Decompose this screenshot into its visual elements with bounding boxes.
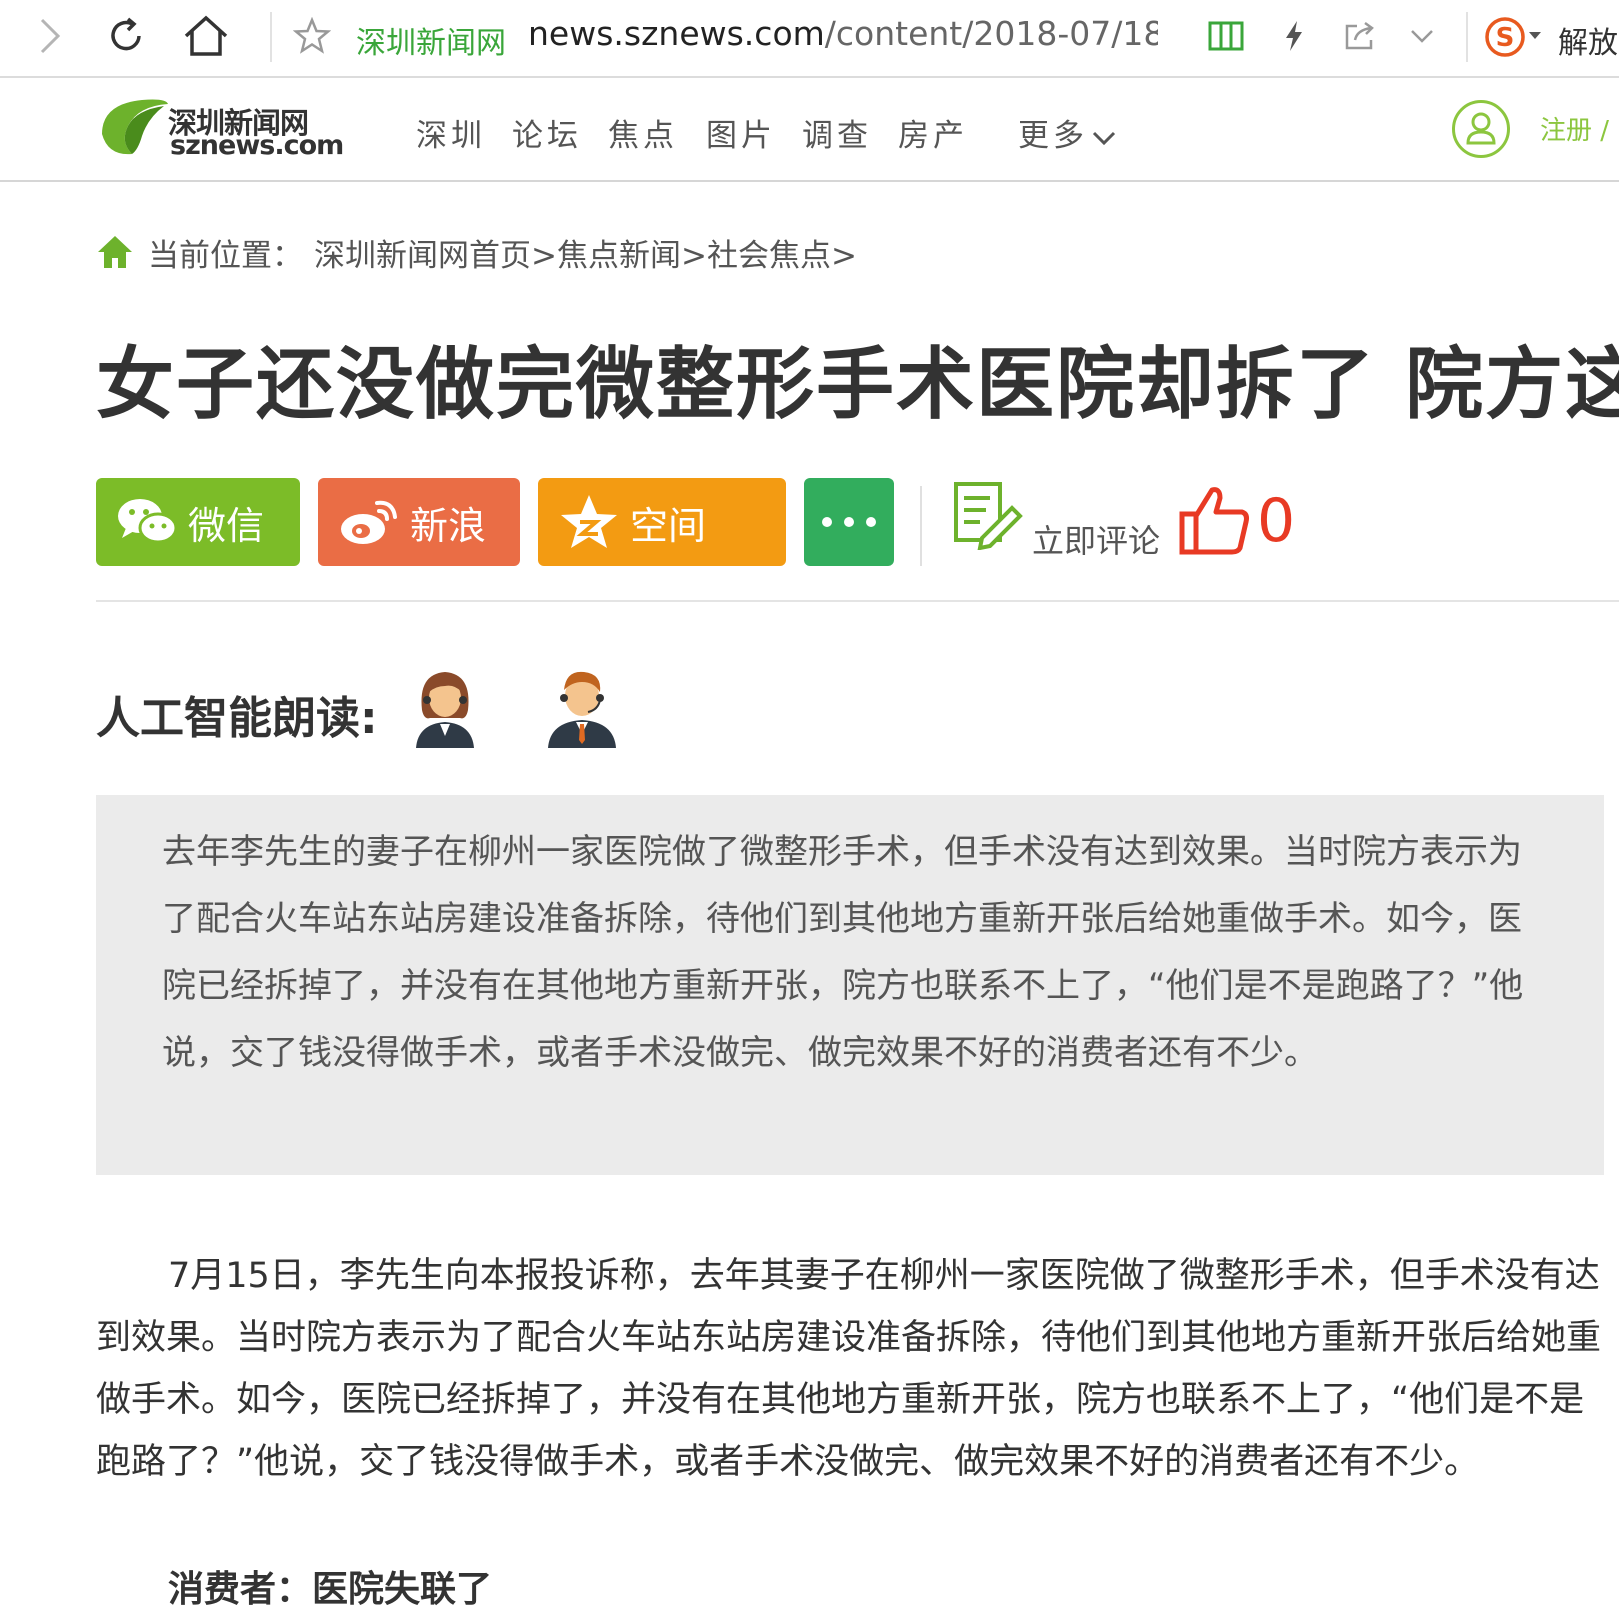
article-summary-text: 去年李先生的妻子在柳州一家医院做了微整形手术，但手术没有达到效果。当时院方表示为… [162, 832, 1524, 1073]
toolbar-divider [1466, 12, 1468, 62]
share-weibo-button[interactable]: 新浪 [318, 478, 520, 566]
male-reader-avatar-icon[interactable] [544, 664, 620, 750]
chevron-down-icon[interactable] [1404, 16, 1440, 56]
more-dots-icon [822, 517, 876, 527]
nav-item-focus[interactable]: 焦点 [608, 110, 678, 155]
caret-down-icon[interactable] [1528, 28, 1542, 44]
breadcrumb-trail[interactable]: 深圳新闻网首页>焦点新闻>社会焦点> [314, 230, 857, 275]
share-qzone-label: 空间 [630, 503, 707, 548]
refresh-icon[interactable] [104, 14, 148, 58]
thumbs-up-icon[interactable] [1178, 484, 1252, 556]
nav-item-more[interactable]: 更多 [1018, 110, 1116, 155]
nav-more-label: 更多 [1018, 118, 1088, 154]
toolbar-divider [270, 12, 272, 62]
qzone-star-icon [554, 487, 624, 557]
bookmark-star-icon[interactable] [292, 16, 332, 56]
url-path: /content/2018-07/18/co [824, 14, 1158, 53]
sogou-search-icon[interactable]: S [1482, 14, 1528, 60]
register-link[interactable]: 注册 / [1540, 110, 1609, 147]
nav-item-shenzhen[interactable]: 深圳 [416, 110, 486, 155]
weibo-icon [334, 487, 404, 557]
nav-item-realestate[interactable]: 房产 [898, 110, 968, 155]
article-subheading: 消费者：医院失联了 [168, 1569, 493, 1610]
article-body: 7月15日，李先生向本报投诉称，去年其妻子在柳州一家医院做了微整形手术，但手术没… [96, 1245, 1606, 1493]
forward-icon[interactable] [30, 16, 70, 56]
share-divider-vertical [920, 486, 922, 566]
nav-item-survey[interactable]: 调查 [802, 110, 872, 155]
site-logo[interactable]: 深圳新闻网 sznews.com [98, 96, 344, 162]
like-count: 0 [1257, 486, 1296, 556]
comment-link[interactable]: 立即评论 [1032, 516, 1160, 562]
home-icon [98, 236, 132, 268]
logo-text-en: sznews.com [170, 130, 344, 161]
reader-mode-icon[interactable] [1206, 16, 1246, 56]
share-weibo-label: 新浪 [410, 503, 487, 548]
address-bar[interactable]: news.sznews.com/content/2018-07/18/co [528, 14, 1158, 53]
article-paragraph: 7月15日，李先生向本报投诉称，去年其妻子在柳州一家医院做了微整形手术，但手术没… [96, 1256, 1602, 1482]
nav-item-photos[interactable]: 图片 [706, 110, 776, 155]
url-site-name[interactable]: 深圳新闻网 [356, 18, 506, 62]
share-wechat-button[interactable]: 微信 [96, 478, 300, 566]
browser-toolbar: 深圳新闻网 news.sznews.com/content/2018-07/18… [0, 0, 1619, 78]
site-header: 深圳新闻网 sznews.com 深圳 论坛 焦点 图片 调查 房产 更多 注册… [0, 78, 1619, 182]
wechat-icon [112, 487, 182, 557]
share-qzone-button[interactable]: 空间 [538, 478, 786, 566]
svg-text:S: S [1496, 23, 1515, 53]
article-summary-box: 去年李先生的妻子在柳州一家医院做了微整形手术，但手术没有达到效果。当时院方表示为… [96, 795, 1604, 1175]
female-reader-avatar-icon[interactable] [410, 668, 480, 750]
share-icon[interactable] [1340, 16, 1380, 56]
chevron-down-icon [1092, 131, 1116, 145]
home-icon[interactable] [182, 12, 230, 60]
lightning-icon[interactable] [1276, 16, 1312, 56]
nav-item-forum[interactable]: 论坛 [512, 110, 582, 155]
user-avatar-icon[interactable] [1452, 100, 1510, 158]
search-engine-label[interactable]: 解放 [1558, 18, 1618, 62]
share-wechat-label: 微信 [188, 503, 265, 548]
ai-reading-label: 人工智能朗读: [96, 693, 378, 744]
share-divider [96, 600, 1619, 602]
url-domain: news.sznews.com [528, 14, 825, 53]
logo-leaf-icon [102, 99, 168, 155]
article-title: 女子还没做完微整形手术医院却拆了 院方这 [96, 340, 1619, 430]
breadcrumb-label: 当前位置： [148, 238, 303, 274]
share-more-button[interactable] [804, 478, 894, 566]
comment-icon[interactable] [952, 480, 1024, 551]
